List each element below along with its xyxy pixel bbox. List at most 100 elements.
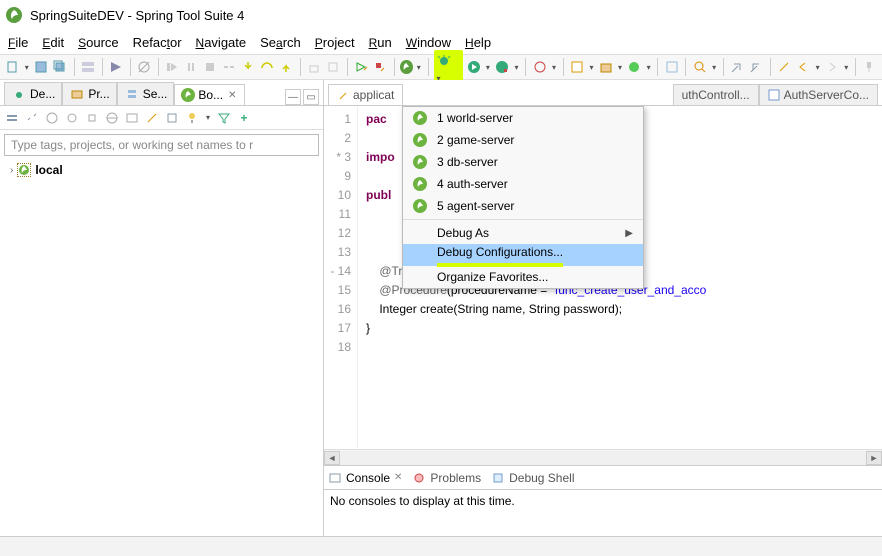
scroll-left-icon[interactable]: ◄ <box>324 451 340 465</box>
dropdown-arrow-icon[interactable]: ▾ <box>204 113 212 122</box>
console-icon[interactable] <box>124 110 140 126</box>
close-icon[interactable]: ✕ <box>226 90 238 101</box>
dropdown-arrow-icon[interactable]: ▾ <box>814 63 822 72</box>
menu-item-debug-as[interactable]: Debug As ▶ <box>403 222 643 244</box>
dropdown-arrow-icon[interactable]: ▾ <box>616 63 624 72</box>
code-editor[interactable]: 12* 3910111213- 1415161718 pac positorie… <box>324 106 882 449</box>
tab-boot-dashboard[interactable]: Bo... ✕ <box>174 84 245 105</box>
menu-item-auth-server[interactable]: 4 auth-server <box>403 173 643 195</box>
editor-tab-authserverco[interactable]: AuthServerCo... <box>759 84 878 105</box>
annotations-icon[interactable] <box>729 58 746 76</box>
tab-debug-shell[interactable]: Debug Shell <box>491 471 574 485</box>
props-icon[interactable] <box>164 110 180 126</box>
drop-to-frame-icon[interactable] <box>306 58 323 76</box>
relaunch-icon[interactable] <box>353 58 370 76</box>
tab-project-explorer[interactable]: Pr... <box>62 82 116 105</box>
new-class-icon[interactable] <box>626 58 643 76</box>
menu-label: Organize Favorites... <box>437 268 548 287</box>
tree-item-local[interactable]: › local <box>10 163 313 177</box>
add-icon[interactable]: + <box>236 110 252 126</box>
menu-refactor[interactable]: Refactor <box>127 33 188 52</box>
save-all-icon[interactable] <box>52 58 69 76</box>
edit-icon[interactable] <box>144 110 160 126</box>
dropdown-arrow-icon[interactable]: ▾ <box>710 63 718 72</box>
ext-tools-icon[interactable] <box>531 58 548 76</box>
menu-source[interactable]: Source <box>72 33 125 52</box>
step-into-icon[interactable] <box>240 58 257 76</box>
disconnect-icon[interactable] <box>221 58 238 76</box>
expand-arrow-icon[interactable]: › <box>10 165 13 176</box>
resume-icon[interactable] <box>164 58 181 76</box>
new-java-icon[interactable] <box>569 58 586 76</box>
menu-window[interactable]: Window <box>400 33 457 52</box>
maximize-icon[interactable]: ▭ <box>303 89 319 105</box>
tab-debug-view[interactable]: De... <box>4 82 62 105</box>
step-over-icon[interactable] <box>259 58 276 76</box>
new-package-icon[interactable] <box>597 58 614 76</box>
menu-run[interactable]: Run <box>363 33 398 52</box>
dropdown-arrow-icon[interactable]: ▾ <box>513 63 521 72</box>
minimize-icon[interactable]: — <box>285 89 301 105</box>
run-icon[interactable] <box>465 58 482 76</box>
dropdown-arrow-icon[interactable]: ▾ <box>588 63 596 72</box>
search-icon[interactable] <box>691 58 708 76</box>
tab-problems[interactable]: Problems <box>412 471 481 485</box>
hint-icon[interactable] <box>184 110 200 126</box>
forward-icon[interactable] <box>823 58 840 76</box>
dropdown-arrow-icon[interactable]: ▾ <box>23 63 31 72</box>
toggle-breadcrumb-icon[interactable] <box>80 58 97 76</box>
filter-icon[interactable] <box>216 110 232 126</box>
close-icon[interactable]: ✕ <box>394 472 402 483</box>
step-return-icon[interactable] <box>278 58 295 76</box>
open-type-icon[interactable] <box>663 58 680 76</box>
build-icon[interactable] <box>108 58 125 76</box>
dropdown-arrow-icon[interactable]: ▾ <box>645 63 653 72</box>
back-icon[interactable] <box>795 58 812 76</box>
menu-file[interactable]: File <box>2 33 34 52</box>
dropdown-arrow-icon[interactable]: ▾ <box>484 63 492 72</box>
suspend-icon[interactable] <box>183 58 200 76</box>
browser-icon[interactable] <box>104 110 120 126</box>
collapse-icon[interactable] <box>4 110 20 126</box>
menu-item-organize-favorites[interactable]: Organize Favorites... <box>403 266 643 288</box>
menu-item-agent-server[interactable]: 5 agent-server <box>403 195 643 217</box>
menu-item-db-server[interactable]: 3 db-server <box>403 151 643 173</box>
menu-item-debug-configurations[interactable]: Debug Configurations... <box>403 244 643 266</box>
menu-navigate[interactable]: Navigate <box>190 33 253 52</box>
tab-servers[interactable]: Se... <box>117 82 175 105</box>
debug-icon[interactable] <box>64 110 80 126</box>
horizontal-scrollbar[interactable]: ◄ ► <box>324 449 882 465</box>
menu-help[interactable]: Help <box>459 33 497 52</box>
editor-tab-application[interactable]: applicat <box>328 84 403 105</box>
new-icon[interactable] <box>4 58 21 76</box>
spring-boot-run-icon[interactable] <box>400 60 413 74</box>
menu-project[interactable]: Project <box>309 33 361 52</box>
stop-icon[interactable] <box>84 110 100 126</box>
coverage-icon[interactable] <box>494 58 511 76</box>
pin-icon[interactable] <box>861 58 878 76</box>
menu-label: 1 world-server <box>437 109 513 128</box>
scroll-right-icon[interactable]: ► <box>866 451 882 465</box>
dropdown-arrow-icon[interactable]: ▾ <box>842 63 850 72</box>
menu-edit[interactable]: Edit <box>36 33 70 52</box>
dropdown-arrow-icon[interactable]: ▾ <box>415 63 423 72</box>
menu-item-game-server[interactable]: 2 game-server <box>403 129 643 151</box>
scroll-track[interactable] <box>340 451 866 465</box>
terminate-icon[interactable] <box>202 58 219 76</box>
tab-label: Debug Shell <box>509 471 574 485</box>
menu-search[interactable]: Search <box>254 33 307 52</box>
stop-relaunch-icon[interactable] <box>372 58 389 76</box>
prev-annotation-icon[interactable] <box>748 58 765 76</box>
save-icon[interactable] <box>33 58 50 76</box>
last-edit-icon[interactable] <box>776 58 793 76</box>
use-step-filters-icon[interactable] <box>325 58 342 76</box>
filter-input[interactable]: Type tags, projects, or working set name… <box>4 134 319 156</box>
editor-tab-authcontroller[interactable]: uthControll... <box>673 84 759 105</box>
editor-tabs: applicat uthControll... AuthServerCo... <box>324 80 882 106</box>
skip-breakpoints-icon[interactable] <box>136 58 153 76</box>
menu-item-world-server[interactable]: 1 world-server <box>403 107 643 129</box>
dropdown-arrow-icon[interactable]: ▾ <box>550 63 558 72</box>
run-icon[interactable] <box>44 110 60 126</box>
tab-console[interactable]: Console ✕ <box>328 471 402 485</box>
link-icon[interactable] <box>24 110 40 126</box>
